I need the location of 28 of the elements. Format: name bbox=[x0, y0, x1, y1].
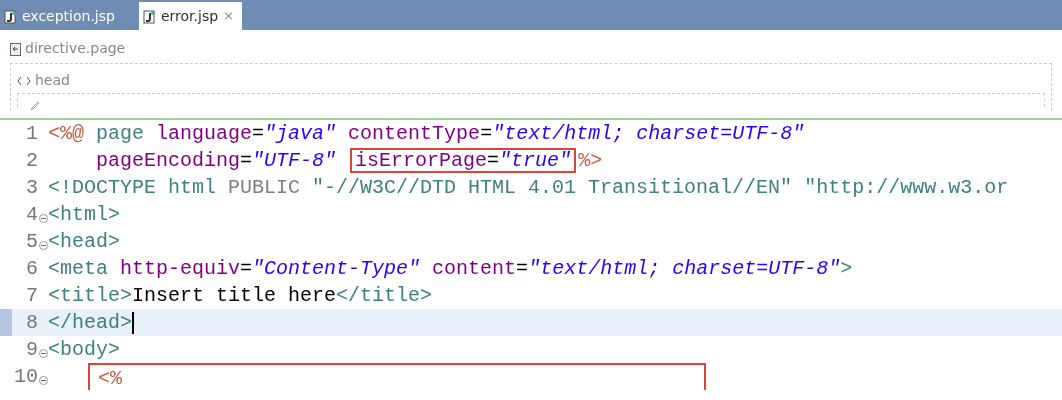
file-tab[interactable]: exception.jsp bbox=[0, 2, 123, 30]
breadcrumb-label: directive.page bbox=[25, 39, 126, 58]
close-icon[interactable]: × bbox=[223, 6, 234, 26]
code-line: <head> bbox=[48, 229, 120, 255]
breadcrumb-label: head bbox=[35, 71, 70, 90]
text-cursor bbox=[132, 311, 134, 334]
pencil-icon bbox=[30, 101, 40, 111]
line-number: 4 bbox=[26, 202, 38, 228]
line-number: 8 bbox=[26, 310, 38, 336]
file-tab[interactable]: error.jsp × bbox=[138, 2, 242, 30]
line-number: 2 bbox=[26, 148, 38, 174]
code-line: <%@ page language="java" contentType="text/html; charset=UTF-8" bbox=[48, 121, 805, 147]
line-number: 9 bbox=[26, 337, 38, 363]
code-line: <% bbox=[98, 366, 123, 390]
highlighted-code: isErrorPage="true" bbox=[350, 148, 577, 173]
code-line: </head> bbox=[48, 310, 132, 336]
code-line: <title>Insert title here</title> bbox=[48, 283, 433, 309]
line-number: 7 bbox=[26, 283, 38, 309]
line-number: 3 bbox=[26, 175, 38, 201]
code-line: <meta http-equiv="Content-Type" content="text/html; charset=UTF-8"> bbox=[48, 256, 853, 282]
code-line: <!DOCTYPE html PUBLIC "-//W3C//DTD HTML 4.01 Transitional//EN" "http://www.w3.or bbox=[48, 175, 1009, 201]
line-number: 6 bbox=[26, 256, 38, 282]
line-number: 10 bbox=[14, 364, 38, 390]
line-number: 5 bbox=[26, 229, 38, 255]
line-number: 1 bbox=[26, 121, 38, 147]
code-line: <html> bbox=[48, 202, 120, 228]
code-line: <body> bbox=[48, 337, 120, 363]
code-line: pageEncoding="UTF-8" isErrorPage="true" %> bbox=[95, 147, 603, 174]
